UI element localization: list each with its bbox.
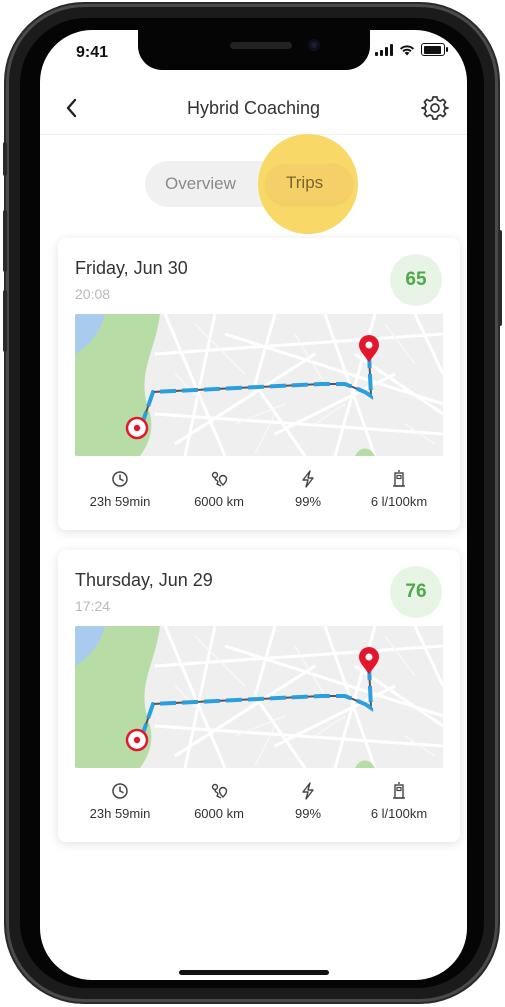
tab-overview[interactable]: Overview [165, 174, 236, 194]
stat-distance: 6000 km [174, 470, 264, 509]
stat-duration-value: 23h 59min [89, 494, 151, 509]
stat-distance: 6000 km [174, 782, 264, 821]
trip-date: Thursday, Jun 29 [75, 570, 213, 590]
stat-consumption-value: 6 l/100km [370, 806, 428, 821]
fuel-pump-icon [393, 470, 405, 487]
gear-icon[interactable] [421, 94, 449, 122]
notch [138, 30, 370, 70]
stat-duration: 23h 59min [75, 470, 165, 509]
stat-duration-value: 23h 59min [89, 806, 151, 821]
fuel-pump-icon [393, 782, 405, 799]
wifi-icon [400, 44, 414, 55]
trip-stats: 23h 59min 6000 km 99% 6 l/100km [58, 782, 460, 834]
route-icon [211, 471, 228, 487]
trip-score-badge: 65 [390, 254, 442, 306]
stat-distance-value: 6000 km [194, 494, 244, 509]
front-camera [308, 39, 320, 51]
trip-route-map[interactable] [75, 626, 443, 768]
route-map-graphic [75, 626, 443, 768]
stat-efficiency: 99% [263, 470, 353, 509]
home-indicator[interactable] [179, 970, 329, 975]
stat-consumption: 6 l/100km [354, 782, 444, 821]
trip-time: 20:08 [75, 286, 111, 302]
cellular-signal-icon [375, 43, 393, 56]
speaker [230, 42, 292, 49]
nav-bar: Hybrid Coaching [40, 82, 467, 135]
volume-up-button [3, 210, 7, 272]
stat-consumption: 6 l/100km [354, 470, 444, 509]
stat-efficiency: 99% [263, 782, 353, 821]
mute-switch [3, 142, 7, 176]
status-time: 9:41 [76, 44, 109, 61]
route-map-graphic [75, 314, 443, 456]
trip-score-badge: 76 [390, 566, 442, 618]
stat-duration: 23h 59min [75, 782, 165, 821]
battery-icon [421, 43, 448, 56]
trip-time: 17:24 [75, 598, 111, 614]
trip-stats: 23h 59min 6000 km 99% 6 l/100km [58, 470, 460, 522]
volume-down-button [3, 290, 7, 352]
stat-distance-value: 6000 km [194, 806, 244, 821]
stat-consumption-value: 6 l/100km [370, 494, 428, 509]
trip-date: Friday, Jun 30 [75, 258, 188, 278]
status-icons [375, 43, 448, 56]
trip-card[interactable]: Friday, Jun 30 20:08 65 23h 59min 6000 k… [58, 238, 460, 530]
tab-trips[interactable]: Trips [286, 173, 323, 193]
stat-efficiency-value: 99% [294, 806, 322, 821]
power-button [498, 230, 502, 326]
page-title: Hybrid Coaching [186, 98, 321, 118]
lightning-icon [302, 782, 314, 800]
clock-icon [112, 471, 128, 487]
trip-route-map[interactable] [75, 314, 443, 456]
trip-card[interactable]: Thursday, Jun 29 17:24 76 23h 59min 6000… [58, 550, 460, 842]
lightning-icon [302, 470, 314, 488]
stat-efficiency-value: 99% [294, 494, 322, 509]
route-icon [211, 783, 228, 799]
clock-icon [112, 783, 128, 799]
app-screen: 9:41 Hybrid Coaching Overview Trips Frid… [40, 30, 467, 980]
